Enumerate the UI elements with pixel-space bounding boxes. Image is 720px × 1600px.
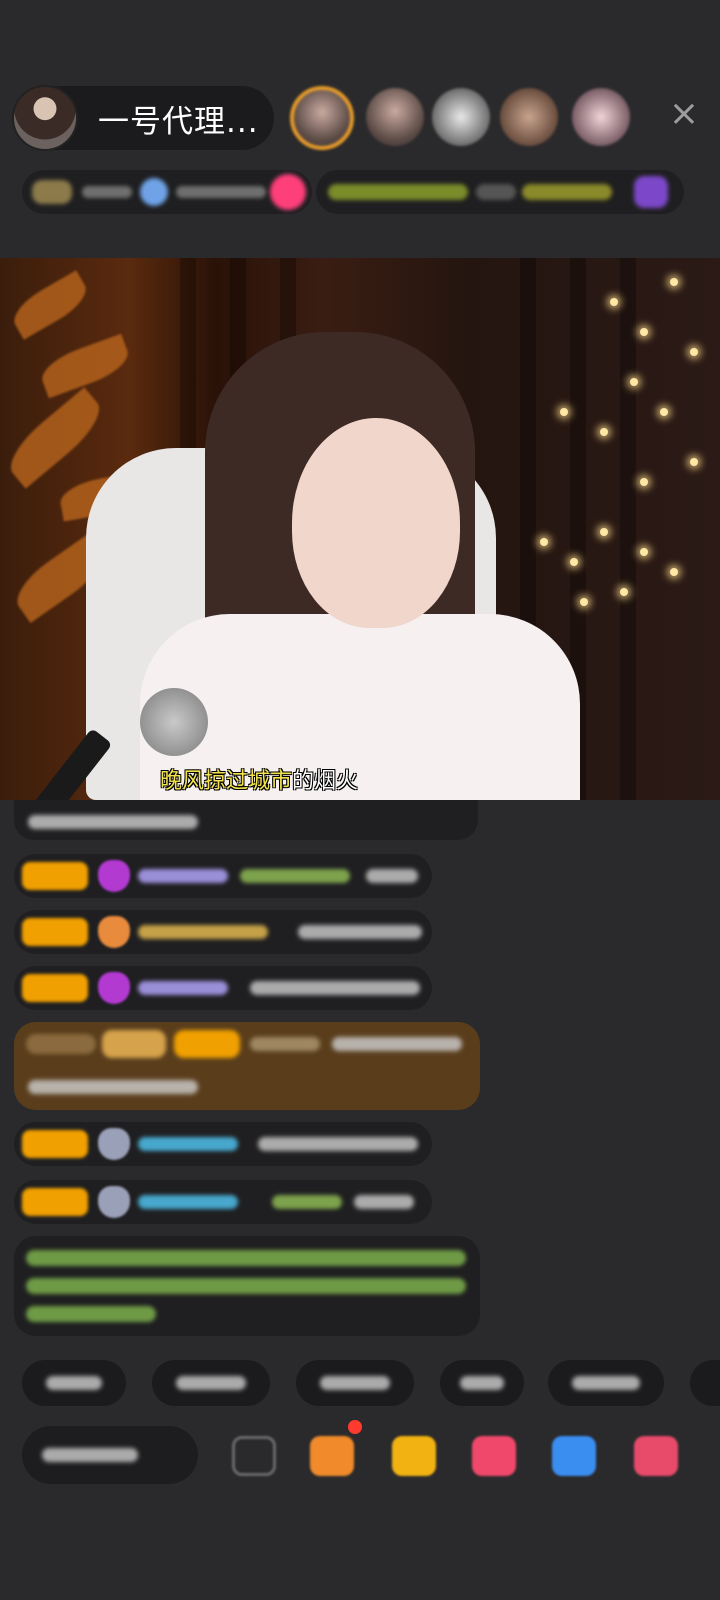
chat-message[interactable] — [14, 1180, 432, 1224]
game-controller-icon[interactable] — [552, 1436, 596, 1476]
host-stats-bar[interactable] — [22, 170, 312, 214]
chat-message-highlight[interactable] — [14, 1022, 480, 1110]
quick-reply-chip[interactable] — [440, 1360, 524, 1406]
viewer-avatar[interactable] — [572, 88, 630, 146]
quick-reply-chip[interactable] — [22, 1360, 126, 1406]
live-video-stream[interactable]: 晚风掠过城市的烟火 — [0, 258, 720, 800]
viewer-avatar[interactable] — [366, 88, 424, 146]
quick-reply-chip[interactable] — [296, 1360, 414, 1406]
chat-message[interactable] — [14, 854, 432, 898]
more-apps-icon[interactable] — [634, 1436, 678, 1476]
emoji-icon[interactable] — [232, 1436, 276, 1476]
rank-banner[interactable] — [316, 170, 684, 214]
chat-message[interactable] — [14, 910, 432, 954]
host-name: 一号代理... — [98, 103, 259, 140]
system-notice — [14, 1236, 480, 1336]
chat-message[interactable] — [14, 1122, 432, 1166]
chat-input[interactable] — [22, 1426, 198, 1484]
subtitle-highlight: 晚风掠过城市 — [160, 769, 293, 794]
host-avatar[interactable] — [12, 85, 78, 151]
host-info-pill[interactable]: 一号代理... — [12, 85, 274, 151]
heart-gift-icon[interactable] — [472, 1436, 516, 1476]
quick-reply-chip[interactable] — [152, 1360, 270, 1406]
close-icon[interactable]: × — [666, 96, 702, 132]
top-viewer-avatar[interactable] — [290, 86, 354, 150]
song-lyric-subtitle: 晚风掠过城市的烟火 — [160, 763, 358, 795]
gift-box-icon[interactable] — [310, 1436, 354, 1476]
quick-reply-chip[interactable] — [690, 1360, 720, 1406]
gift-bag-icon[interactable] — [392, 1436, 436, 1476]
viewer-avatar[interactable] — [500, 88, 558, 146]
chat-message[interactable] — [14, 800, 478, 840]
subtitle-rest: 的烟火 — [292, 769, 359, 794]
notification-dot — [348, 1420, 362, 1434]
chat-message[interactable] — [14, 966, 432, 1010]
quick-reply-chip[interactable] — [548, 1360, 664, 1406]
viewer-avatar[interactable] — [432, 88, 490, 146]
